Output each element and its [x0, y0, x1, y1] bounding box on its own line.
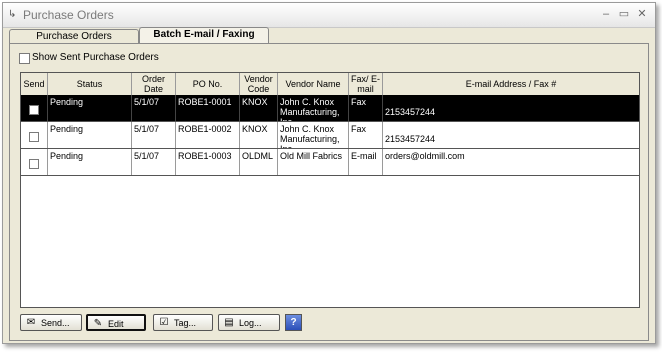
tab-batch-email-faxing[interactable]: Batch E-mail / Faxing: [139, 27, 269, 43]
tab-purchase-orders[interactable]: Purchase Orders: [9, 29, 139, 43]
order-date-cell: 5/1/07: [132, 122, 176, 148]
log-icon: ▤: [224, 317, 234, 328]
column-header-vendor-name[interactable]: Vendor Name: [278, 73, 349, 96]
send-button-label: Send...: [41, 318, 70, 328]
send-button[interactable]: ✉ Send...: [20, 314, 82, 331]
table-row[interactable]: Pending 5/1/07 ROBE1-0003 OLDML Old Mill…: [21, 149, 639, 176]
table-row[interactable]: Pending 5/1/07 ROBE1-0001 KNOX John C. K…: [21, 95, 639, 122]
pencil-icon: ✎: [93, 318, 103, 329]
send-checkbox[interactable]: [29, 159, 39, 169]
close-button[interactable]: ✕: [635, 7, 649, 21]
address-cell: 2153457244: [385, 134, 436, 144]
vendor-name-cell: John C. Knox Manufacturing, Inc.: [278, 95, 349, 121]
column-header-address[interactable]: E-mail Address / Fax #: [383, 73, 639, 96]
vendor-name-cell: Old Mill Fabrics: [278, 149, 349, 175]
batch-panel: Show Sent Purchase Orders Send Status Or…: [9, 43, 649, 341]
log-button[interactable]: ▤ Log...: [218, 314, 280, 331]
show-sent-checkbox[interactable]: [19, 53, 30, 64]
tag-button[interactable]: ☑ Tag...: [153, 314, 213, 331]
table-row[interactable]: Pending 5/1/07 ROBE1-0002 KNOX John C. K…: [21, 122, 639, 149]
column-header-po-no[interactable]: PO No.: [176, 73, 240, 96]
po-no-cell: ROBE1-0001: [176, 95, 240, 121]
window-title: Purchase Orders: [23, 8, 114, 22]
order-date-cell: 5/1/07: [132, 149, 176, 175]
method-cell: Fax: [349, 95, 383, 121]
method-cell: Fax: [349, 122, 383, 148]
column-header-order-date[interactable]: Order Date: [132, 73, 176, 96]
edit-button[interactable]: ✎ Edit: [86, 314, 146, 331]
method-cell: E-mail: [349, 149, 383, 175]
send-checkbox[interactable]: [29, 105, 39, 115]
tag-icon: ☑: [159, 317, 169, 328]
purchase-orders-window: ↳ Purchase Orders – ▭ ✕ Purchase Orders …: [2, 2, 656, 344]
address-cell: orders@oldmill.com: [385, 151, 465, 161]
po-no-cell: ROBE1-0002: [176, 122, 240, 148]
status-cell: Pending: [48, 122, 132, 148]
vendor-code-cell: OLDML: [240, 149, 278, 175]
purchase-orders-grid: Send Status Order Date PO No. Vendor Cod…: [20, 72, 640, 308]
po-no-cell: ROBE1-0003: [176, 149, 240, 175]
address-cell: 2153457244: [385, 107, 436, 117]
status-cell: Pending: [48, 149, 132, 175]
show-sent-label: Show Sent Purchase Orders: [32, 52, 159, 63]
status-cell: Pending: [48, 95, 132, 121]
vendor-name-cell: John C. Knox Manufacturing, Inc.: [278, 122, 349, 148]
title-bar[interactable]: ↳ Purchase Orders – ▭ ✕: [3, 3, 655, 28]
send-cell: [21, 149, 48, 175]
order-date-cell: 5/1/07: [132, 95, 176, 121]
send-icon: ✉: [26, 317, 36, 328]
send-cell: [21, 95, 48, 121]
help-button[interactable]: ?: [285, 314, 302, 331]
column-header-fax-email[interactable]: Fax/ E-mail: [349, 73, 383, 96]
app-icon: ↳: [8, 9, 17, 20]
column-header-send[interactable]: Send: [21, 73, 48, 96]
send-cell: [21, 122, 48, 148]
vendor-code-cell: KNOX: [240, 95, 278, 121]
minimize-button[interactable]: –: [599, 7, 613, 21]
tag-button-label: Tag...: [174, 318, 197, 328]
edit-button-label: Edit: [108, 319, 124, 329]
vendor-code-cell: KNOX: [240, 122, 278, 148]
column-header-status[interactable]: Status: [48, 73, 132, 96]
column-header-vendor-code[interactable]: Vendor Code: [240, 73, 278, 96]
restore-button[interactable]: ▭: [617, 7, 631, 21]
log-button-label: Log...: [239, 318, 262, 328]
send-checkbox[interactable]: [29, 132, 39, 142]
